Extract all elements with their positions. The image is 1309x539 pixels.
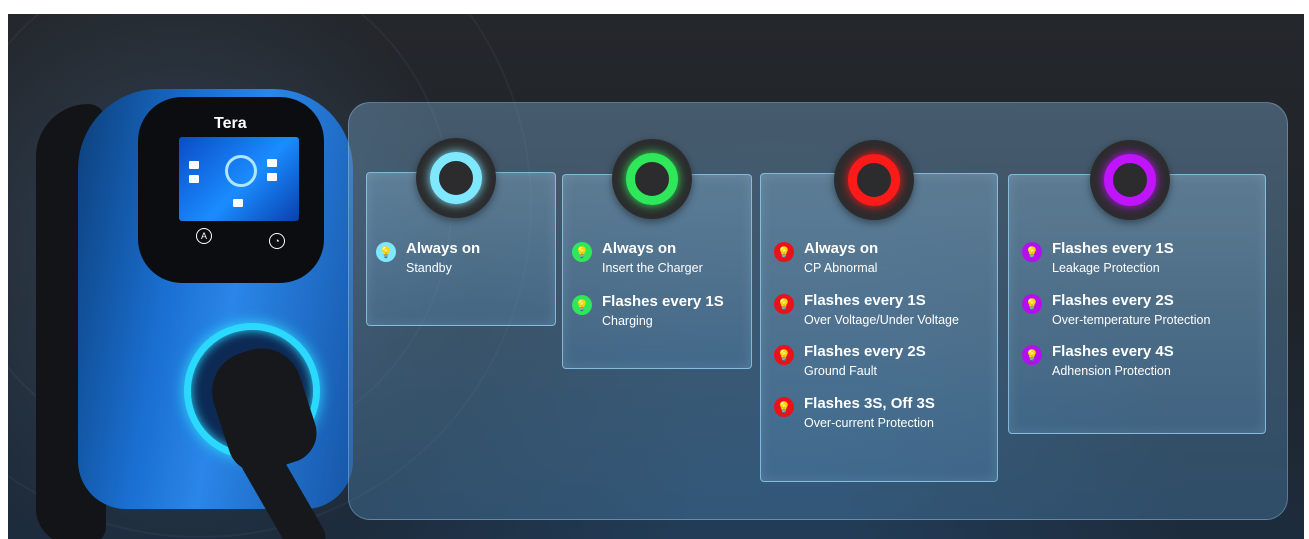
status-description: Over-temperature Protection [1052,313,1211,327]
flashing-bulb-icon: 💡 [774,397,794,417]
status-description: CP Abnormal [804,261,878,275]
led-indicator-red [834,140,914,220]
status-title: Flashes every 1S [1052,240,1174,257]
flashing-bulb-icon: 💡 [1022,345,1042,365]
flashing-bulb-icon: 💡 [774,242,794,262]
charger-display-screen [179,137,299,221]
flashing-bulb-icon: 💡 [774,294,794,314]
bulb-icon: 💡 [572,242,592,262]
screen-gauge [225,155,257,187]
screen-icon [189,175,199,183]
status-description: Ground Fault [804,364,877,378]
status-title: Flashes every 2S [1052,292,1174,309]
status-description: Over Voltage/Under Voltage [804,313,959,327]
status-description: Leakage Protection [1052,261,1160,275]
screen-icon [267,173,277,181]
flashing-bulb-icon: 💡 [1022,242,1042,262]
status-title: Always on [406,240,481,257]
status-description: Adhension Protection [1052,364,1171,378]
flashing-bulb-icon: 💡 [1022,294,1042,314]
product-banner: Tera A ◔ 💡 Always on Standby 💡 Always on… [8,14,1304,539]
flashing-bulb-icon: 💡 [572,295,592,315]
status-title: Always on [804,240,879,257]
status-title: Flashes every 1S [602,293,724,310]
screen-icon [267,159,277,167]
led-ring [430,152,482,204]
status-title: Flashes every 4S [1052,343,1174,360]
auto-mode-icon: A [196,228,212,244]
status-description: Charging [602,314,653,328]
status-title: Flashes every 1S [804,292,926,309]
status-description: Over-current Protection [804,416,934,430]
led-ring [848,154,900,206]
flashing-bulb-icon: 💡 [774,345,794,365]
status-description: Insert the Charger [602,261,703,275]
bulb-icon: 💡 [376,242,396,262]
screen-icon [189,161,199,169]
status-title: Flashes every 2S [804,343,926,360]
led-indicator-cyan [416,138,496,218]
led-ring [626,153,678,205]
gauge-icon: ◔ [269,233,285,249]
led-indicator-purple [1090,140,1170,220]
status-description: Standby [406,261,452,275]
screen-icon [233,199,243,207]
led-indicator-green [612,139,692,219]
status-title: Always on [602,240,677,257]
status-title: Flashes 3S, Off 3S [804,395,935,412]
led-ring [1104,154,1156,206]
charger-brand-logo: Tera [214,115,247,132]
